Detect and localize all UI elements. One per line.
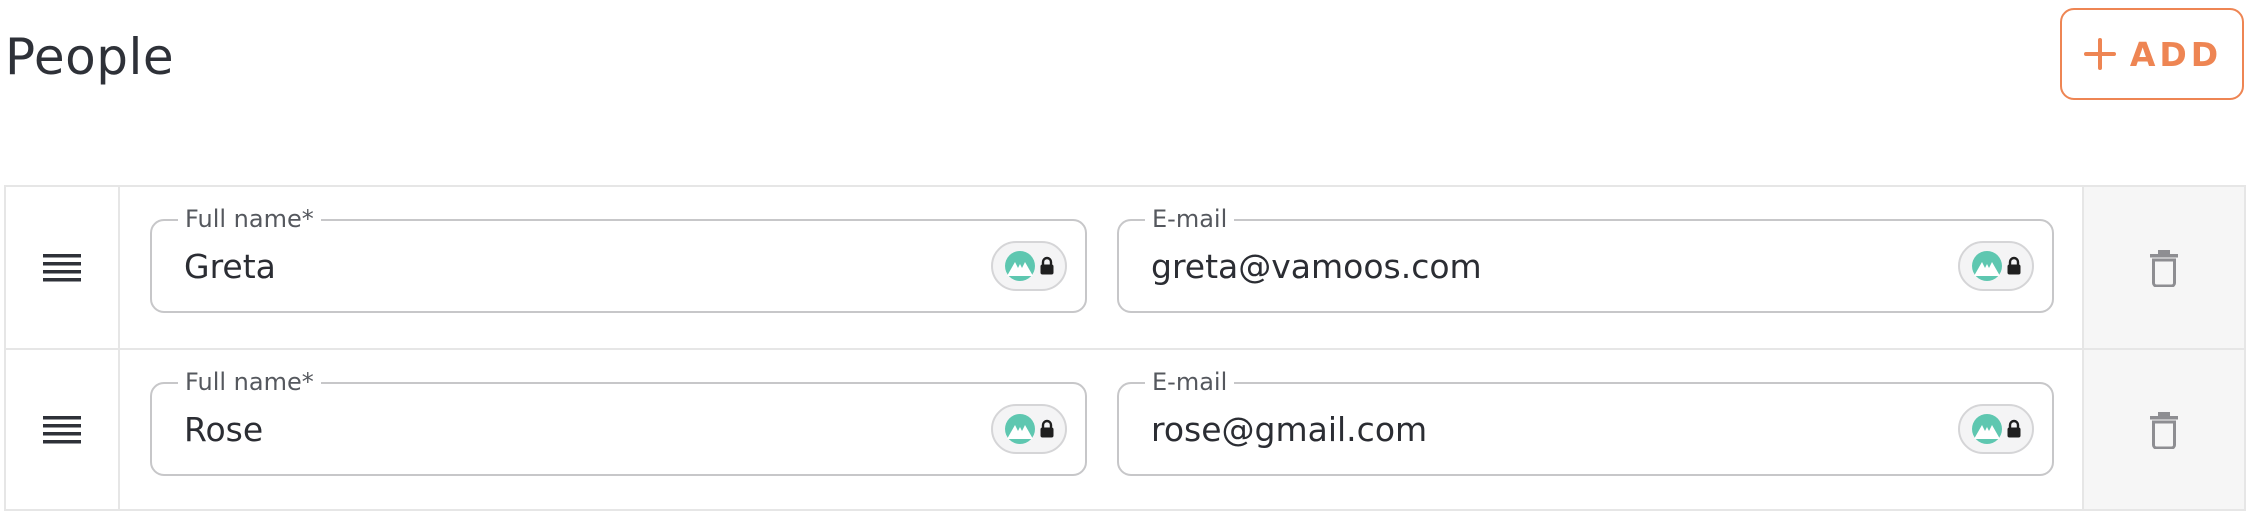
email-label: E-mail (1145, 204, 1235, 234)
lock-icon (2007, 256, 2020, 275)
lock-icon (1040, 256, 1053, 275)
full-name-label: Full name* (178, 367, 321, 397)
drag-handle-icon[interactable] (43, 252, 81, 284)
page-title: People (5, 28, 175, 86)
password-manager-badge[interactable] (1958, 241, 2034, 291)
password-manager-badge[interactable] (991, 404, 1067, 454)
fields-cell: Full name* E-mail (120, 350, 2082, 509)
drag-cell (6, 350, 120, 509)
full-name-input[interactable] (184, 398, 944, 460)
people-list: Full name* E-mail (4, 185, 2246, 511)
trash-icon[interactable] (2149, 411, 2179, 449)
delete-cell (2082, 350, 2244, 509)
email-input[interactable] (1151, 398, 1911, 460)
email-input[interactable] (1151, 235, 1911, 297)
drag-cell (6, 187, 120, 348)
full-name-input[interactable] (184, 235, 944, 297)
email-label: E-mail (1145, 367, 1235, 397)
plus-icon (2083, 38, 2116, 70)
delete-cell (2082, 187, 2244, 348)
nordpass-logo-icon (1004, 414, 1035, 444)
trash-icon[interactable] (2149, 249, 2179, 287)
nordpass-logo-icon (1004, 251, 1035, 281)
nordpass-logo-icon (1971, 414, 2002, 444)
email-field: E-mail (1117, 204, 2054, 313)
lock-icon (1040, 419, 1053, 438)
password-manager-badge[interactable] (1958, 404, 2034, 454)
password-manager-badge[interactable] (991, 241, 1067, 291)
nordpass-logo-icon (1971, 251, 2002, 281)
person-row: Full name* E-mail (6, 348, 2244, 509)
full-name-label: Full name* (178, 204, 321, 234)
full-name-field: Full name* (150, 204, 1087, 313)
email-field: E-mail (1117, 367, 2054, 476)
lock-icon (2007, 419, 2020, 438)
page-header: People ADD (0, 0, 2256, 120)
fields-cell: Full name* E-mail (120, 187, 2082, 348)
full-name-field: Full name* (150, 367, 1087, 476)
drag-handle-icon[interactable] (43, 414, 81, 446)
add-person-button[interactable]: ADD (2060, 8, 2244, 100)
add-button-label: ADD (2129, 34, 2223, 74)
person-row: Full name* E-mail (6, 187, 2244, 348)
